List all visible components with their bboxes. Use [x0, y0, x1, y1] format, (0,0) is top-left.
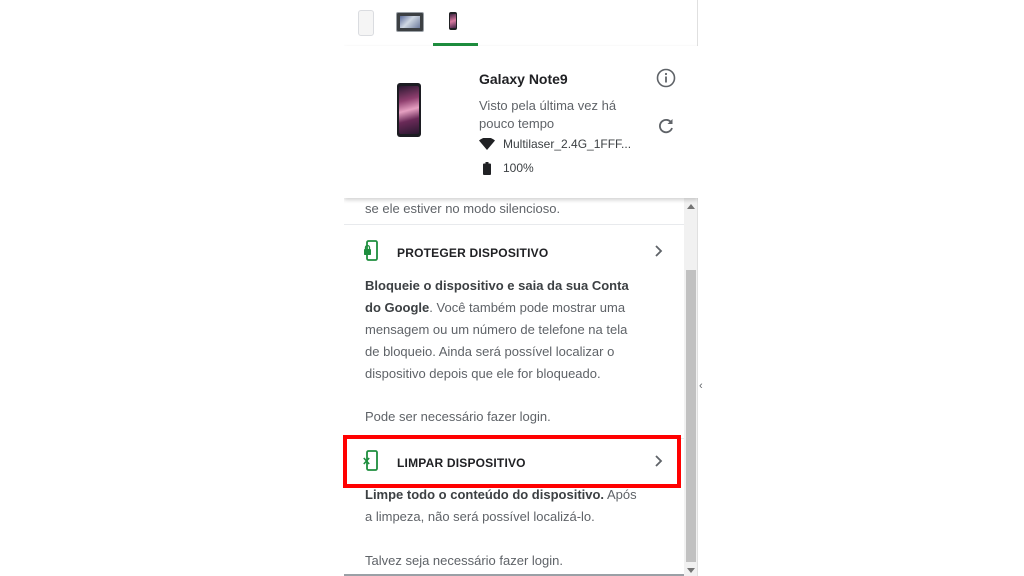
network-name: Multilaser_2.4G_1FFF...	[503, 137, 632, 151]
last-seen-text: Visto pela última vez há pouco tempo	[479, 98, 617, 131]
play-sound-description-tail: se ele estiver no modo silencioso.	[365, 201, 561, 216]
phone-erase-icon	[363, 450, 378, 471]
battery-row: 100%	[479, 160, 534, 176]
scroll-thumb[interactable]	[686, 270, 696, 562]
divider	[344, 438, 684, 439]
scroll-up-arrow[interactable]	[687, 204, 695, 209]
device-name: Galaxy Note9	[479, 71, 568, 87]
divider	[344, 224, 684, 225]
phone-lock-icon	[364, 240, 378, 261]
scroll-down-arrow[interactable]	[687, 568, 695, 573]
device-tab-2[interactable]	[396, 12, 424, 32]
device-tabs	[344, 0, 698, 47]
secure-device-button[interactable]: PROTEGER DISPOSITIVO	[344, 234, 684, 270]
network-row: Multilaser_2.4G_1FFF...	[479, 136, 631, 152]
erase-device-label: LIMPAR DISPOSITIVO	[397, 456, 526, 470]
battery-level: 100%	[503, 161, 534, 175]
erase-description-bold: Limpe todo o conteúdo do dispositivo.	[365, 487, 605, 502]
secure-device-label: PROTEGER DISPOSITIVO	[397, 246, 549, 260]
secure-device-description: Bloqueie o dispositivo e saia da sua Con…	[365, 275, 645, 385]
erase-device-description: Limpe todo o conteúdo do dispositivo. Ap…	[365, 484, 645, 528]
device-card: Galaxy Note9 Visto pela última vez há po…	[344, 46, 698, 198]
erase-login-note: Talvez seja necessário fazer login.	[365, 553, 563, 568]
secure-login-note: Pode ser necessário fazer login.	[365, 409, 551, 424]
chevron-right-icon	[655, 455, 663, 467]
device-tab-1[interactable]	[358, 10, 374, 36]
chevron-right-icon	[655, 245, 663, 257]
wifi-icon	[479, 138, 495, 150]
device-image	[397, 83, 421, 137]
scrollbar[interactable]	[684, 198, 698, 576]
outer-scrollbar-mark: ‹	[699, 380, 703, 392]
info-icon[interactable]	[656, 68, 676, 88]
find-device-panel: Galaxy Note9 Visto pela última vez há po…	[344, 0, 698, 576]
actions-scroll-area: se ele estiver no modo silencioso. PROTE…	[344, 198, 684, 574]
battery-icon	[483, 161, 491, 175]
refresh-icon[interactable]	[656, 116, 676, 136]
device-tab-3[interactable]	[449, 12, 457, 30]
erase-device-button[interactable]: LIMPAR DISPOSITIVO	[344, 444, 684, 480]
